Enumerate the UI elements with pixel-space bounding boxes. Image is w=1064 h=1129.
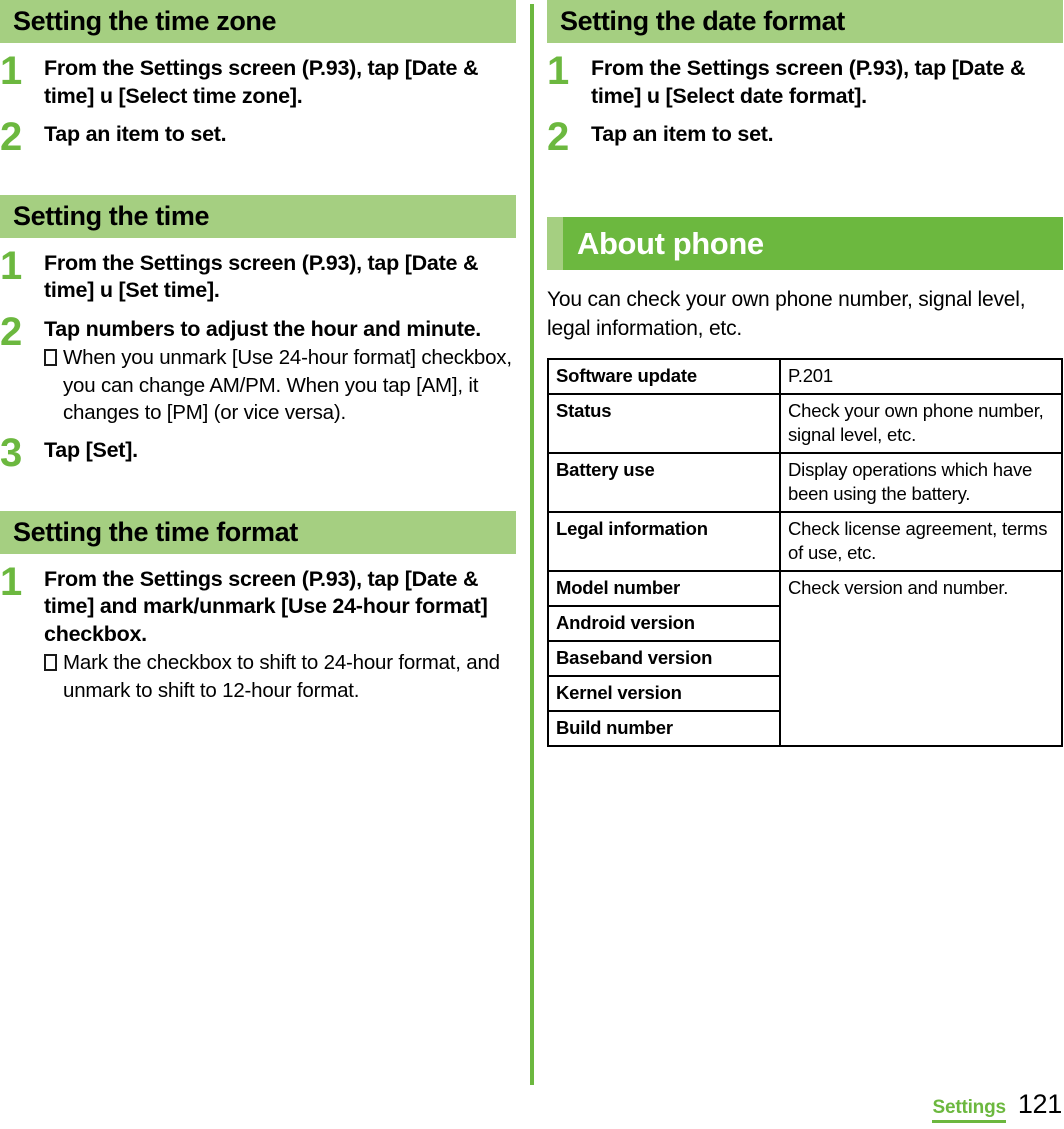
section-title: Setting the date format bbox=[560, 6, 845, 36]
step-number: 2 bbox=[0, 115, 23, 160]
footer-chapter-label: Settings bbox=[932, 1097, 1006, 1123]
table-cell-key: Android version bbox=[547, 605, 781, 643]
step-number: 2 bbox=[0, 309, 23, 354]
note-bullet-icon bbox=[44, 654, 57, 672]
section-title: Setting the time format bbox=[13, 516, 298, 547]
chapter-title: About phone bbox=[577, 225, 764, 261]
section-setting-the-time-zone: Setting the time zone 1 From the Setting… bbox=[0, 0, 516, 160]
step-text: From the Settings screen (P.93), tap [Da… bbox=[44, 250, 479, 303]
step-note: Mark the checkbox to shift to 24-hour fo… bbox=[44, 649, 516, 704]
step-number: 2 bbox=[547, 115, 570, 160]
step-item: 3 Tap [Set]. bbox=[0, 431, 516, 476]
footer-page-number: 121 bbox=[1017, 1089, 1062, 1119]
chapter-header-banner: About phone bbox=[547, 216, 1063, 270]
right-column: Setting the date format 1 From the Setti… bbox=[547, 0, 1063, 748]
step-item: 2 Tap numbers to adjust the hour and min… bbox=[0, 309, 516, 426]
step-text: From the Settings screen (P.93), tap [Da… bbox=[591, 56, 1026, 108]
table-cell-key: Legal information bbox=[547, 510, 781, 573]
step-text: Tap [Set]. bbox=[44, 438, 138, 463]
about-phone-table: Software update P.201 Status Check your … bbox=[547, 357, 1063, 748]
step-number: 1 bbox=[0, 243, 23, 288]
step-text: Tap an item to set. bbox=[44, 122, 227, 147]
step-text: Tap an item to set. bbox=[591, 122, 774, 147]
section-setting-the-time: Setting the time 1 From the Settings scr… bbox=[0, 194, 516, 476]
step-item: 2 Tap an item to set. bbox=[0, 115, 516, 160]
chapter-about-phone: About phone You can check your own phone… bbox=[547, 216, 1063, 748]
table-cell-key: Software update bbox=[547, 357, 781, 395]
section-setting-the-date-format: Setting the date format 1 From the Setti… bbox=[547, 0, 1063, 160]
left-column: Setting the time zone 1 From the Setting… bbox=[0, 0, 516, 713]
table-cell-value-merged: Check version and number. bbox=[779, 570, 1063, 748]
step-note: When you unmark [Use 24-hour format] che… bbox=[44, 344, 516, 426]
table-cell-key: Build number bbox=[547, 710, 781, 748]
table-cell-value: Check your own phone number, signal leve… bbox=[779, 392, 1063, 454]
table-row: Legal information Check license agreemen… bbox=[547, 510, 1063, 573]
section-setting-the-time-format: Setting the time format 1 From the Setti… bbox=[0, 510, 516, 704]
note-text: Mark the checkbox to shift to 24-hour fo… bbox=[63, 651, 500, 702]
section-header-banner: Setting the time zone bbox=[0, 0, 516, 43]
step-number: 1 bbox=[0, 49, 23, 93]
step-number: 3 bbox=[0, 431, 23, 476]
column-divider bbox=[530, 4, 534, 1085]
section-title: Setting the time bbox=[13, 200, 210, 231]
section-header-banner: Setting the time bbox=[0, 194, 516, 238]
section-header-banner: Setting the time format bbox=[0, 510, 516, 554]
step-text: From the Settings screen (P.93), tap [Da… bbox=[44, 56, 479, 108]
table-cell-value: Display operations which have been using… bbox=[779, 451, 1063, 514]
step-item: 1 From the Settings screen (P.93), tap [… bbox=[547, 49, 1063, 110]
note-text: When you unmark [Use 24-hour format] che… bbox=[63, 346, 512, 424]
step-item: 1 From the Settings screen (P.93), tap [… bbox=[0, 243, 516, 305]
step-item: 1 From the Settings screen (P.93), tap [… bbox=[0, 559, 516, 704]
chapter-intro-text: You can check your own phone number, sig… bbox=[547, 287, 1026, 340]
section-title: Setting the time zone bbox=[13, 6, 277, 36]
table-cell-key: Model number bbox=[547, 570, 781, 608]
note-bullet-icon bbox=[44, 349, 57, 367]
table-cell-key: Kernel version bbox=[547, 675, 781, 713]
table-row: Model number Check version and number. bbox=[547, 570, 1063, 748]
step-item: 1 From the Settings screen (P.93), tap [… bbox=[0, 49, 516, 110]
page-footer: Settings 121 bbox=[932, 1089, 1062, 1123]
step-text: From the Settings screen (P.93), tap [Da… bbox=[44, 566, 488, 646]
table-cell-value: Check license agreement, terms of use, e… bbox=[779, 510, 1063, 573]
section-header-banner: Setting the date format bbox=[547, 0, 1063, 43]
step-item: 2 Tap an item to set. bbox=[547, 115, 1063, 160]
table-row: Status Check your own phone number, sign… bbox=[547, 392, 1063, 454]
table-row: Software update P.201 bbox=[547, 357, 1063, 395]
table-row: Battery use Display operations which hav… bbox=[547, 451, 1063, 514]
manual-page: Setting the time zone 1 From the Setting… bbox=[0, 0, 1064, 1129]
table-cell-value: P.201 bbox=[779, 357, 1063, 395]
step-number: 1 bbox=[547, 49, 570, 93]
table-cell-key: Battery use bbox=[547, 451, 781, 514]
step-text: Tap numbers to adjust the hour and minut… bbox=[44, 316, 482, 341]
table-cell-key: Baseband version bbox=[547, 640, 781, 678]
table-cell-key: Status bbox=[547, 392, 781, 454]
step-number: 1 bbox=[0, 559, 23, 604]
